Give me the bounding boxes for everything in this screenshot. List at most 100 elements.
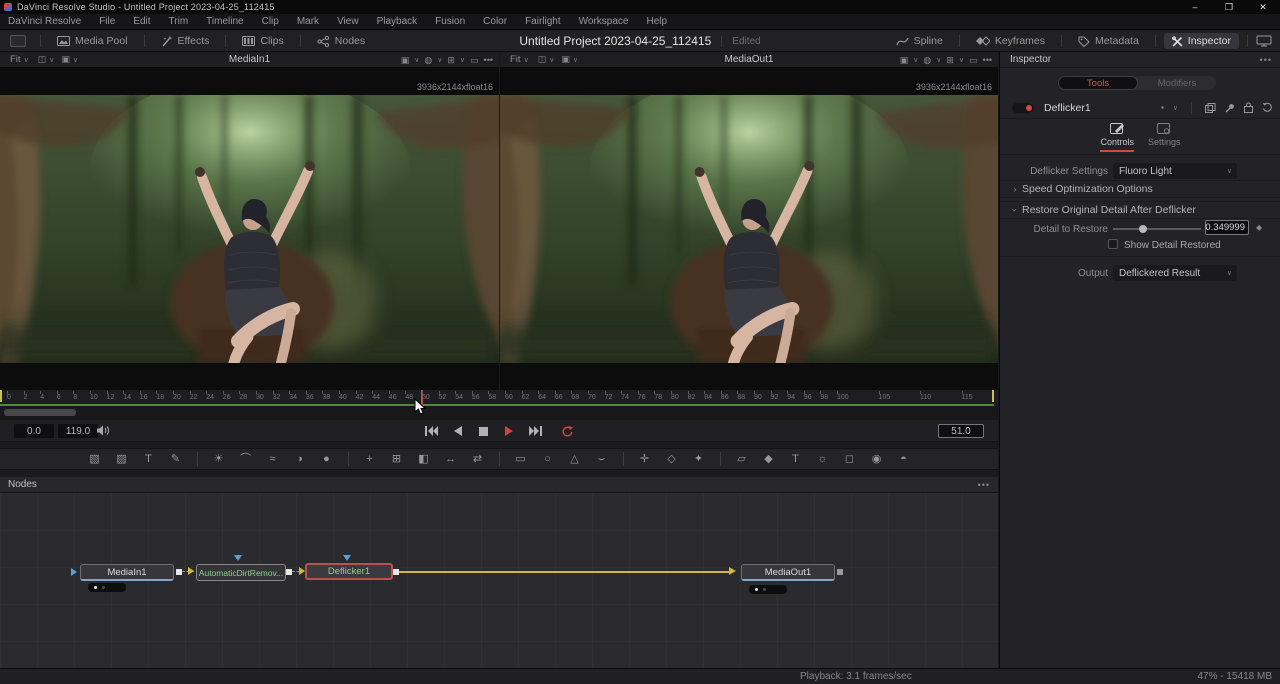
node-thumbnail-toggle[interactable]: [749, 585, 787, 594]
keyframes-button[interactable]: Keyframes: [968, 33, 1053, 49]
timeline-ruler[interactable]: 0246810121416182022242628303234363840424…: [0, 390, 998, 406]
merge-tool-icon[interactable]: ⊞: [388, 451, 406, 467]
viewer-options-dots[interactable]: •••: [983, 55, 992, 65]
tracker-tool-icon[interactable]: ✛: [636, 451, 654, 467]
resize-tool-icon[interactable]: ↔: [442, 451, 460, 467]
go-to-start-button[interactable]: [424, 424, 438, 438]
clips-button[interactable]: Clips: [234, 33, 291, 49]
effects-button[interactable]: Effects: [153, 33, 218, 49]
loop-button[interactable]: [560, 424, 574, 438]
node-thumbnail-toggle[interactable]: [88, 583, 126, 592]
menu-item-workspace[interactable]: Workspace: [570, 16, 638, 27]
nodes-panel-options-dots[interactable]: •••: [978, 480, 990, 490]
spline-button[interactable]: Spline: [888, 33, 951, 49]
node-deflicker[interactable]: Deflicker1: [305, 563, 393, 580]
node-output-square[interactable]: [286, 569, 292, 575]
fast-noise-tool-icon[interactable]: ▨: [113, 451, 131, 467]
lock-icon[interactable]: [1244, 102, 1253, 113]
render-range-start-marker[interactable]: [0, 390, 2, 402]
light-3d-tool-icon[interactable]: ☼: [814, 451, 832, 467]
node-mask-input-triangle-icon[interactable]: [234, 555, 242, 561]
menu-item-fairlight[interactable]: Fairlight: [516, 16, 570, 27]
media-pool-button[interactable]: Media Pool: [49, 33, 136, 49]
image-plane-3d-tool-icon[interactable]: ▱: [733, 451, 751, 467]
node-graph[interactable]: MediaIn1 AutomaticDirtRemov... Deflicker…: [0, 493, 998, 668]
renderer-3d-tool-icon[interactable]: ◓: [895, 451, 913, 467]
rectangle-mask-tool-icon[interactable]: ▭: [512, 451, 530, 467]
show-detail-restored-checkbox[interactable]: [1108, 239, 1118, 249]
reset-icon[interactable]: [1262, 102, 1273, 113]
minimize-button[interactable]: –: [1178, 0, 1212, 14]
stop-button[interactable]: [476, 424, 490, 438]
hue-curves-tool-icon[interactable]: ≈: [264, 451, 282, 467]
color-corrector-tool-icon[interactable]: ☀: [210, 451, 228, 467]
polygon-mask-tool-icon[interactable]: △: [566, 451, 584, 467]
planar-tracker-tool-icon[interactable]: ◇: [663, 451, 681, 467]
node-output-square[interactable]: [393, 569, 399, 575]
tab-modifiers[interactable]: Modifiers: [1138, 76, 1216, 90]
play-button[interactable]: [502, 424, 516, 438]
detail-to-restore-slider[interactable]: [1113, 228, 1201, 230]
color-curves-tool-icon[interactable]: ⌒: [237, 451, 255, 467]
pin-icon[interactable]: [1225, 103, 1235, 113]
timeline-scrollbar[interactable]: [4, 409, 76, 416]
dual-screen-icon[interactable]: [1256, 35, 1272, 47]
inspector-options-dots[interactable]: •••: [1260, 55, 1272, 65]
node-media-out[interactable]: MediaOut1: [741, 564, 835, 581]
node-input-triangle-icon[interactable]: [71, 568, 77, 576]
close-button[interactable]: ✕: [1246, 0, 1280, 14]
menu-item-playback[interactable]: Playback: [368, 16, 427, 27]
matte-control-tool-icon[interactable]: ◧: [415, 451, 433, 467]
output-dropdown[interactable]: Deflickered Result ∨: [1113, 265, 1237, 281]
viewer-options-dots[interactable]: •••: [484, 55, 493, 65]
menu-item-clip[interactable]: Clip: [253, 16, 288, 27]
lut-icon[interactable]: ◍: [923, 55, 931, 66]
background-tool-icon[interactable]: ▧: [86, 451, 104, 467]
menu-item-davinci-resolve[interactable]: DaVinci Resolve: [8, 16, 90, 27]
menu-item-help[interactable]: Help: [637, 16, 676, 27]
detail-to-restore-value[interactable]: 0.349999: [1205, 220, 1249, 235]
camera-tracker-tool-icon[interactable]: ✦: [690, 451, 708, 467]
connection-deflicker-mediaout[interactable]: [399, 571, 729, 573]
keyframe-diamond-icon[interactable]: ◆: [1256, 223, 1262, 232]
node-mask-input-triangle-icon[interactable]: [343, 555, 351, 561]
slider-thumb[interactable]: [1139, 225, 1147, 233]
cube-3d-tool-icon[interactable]: ◻: [841, 451, 859, 467]
menu-item-fusion[interactable]: Fusion: [426, 16, 474, 27]
menu-item-timeline[interactable]: Timeline: [197, 16, 252, 27]
render-range-end-marker[interactable]: [992, 390, 994, 402]
node-output-square[interactable]: [176, 569, 182, 575]
menu-item-edit[interactable]: Edit: [124, 16, 159, 27]
tab-settings[interactable]: Settings: [1148, 123, 1181, 150]
section-speed-optimization[interactable]: › Speed Optimization Options: [1000, 180, 1280, 198]
transform-tool-icon[interactable]: +: [361, 451, 379, 467]
menu-item-file[interactable]: File: [90, 16, 124, 27]
node-output-square[interactable]: [837, 569, 843, 575]
tab-controls[interactable]: Controls: [1100, 123, 1134, 152]
camera-3d-tool-icon[interactable]: ◉: [868, 451, 886, 467]
brightness-contrast-tool-icon[interactable]: ◑: [291, 451, 309, 467]
current-frame-field[interactable]: 51.0: [938, 424, 984, 438]
ellipse-mask-tool-icon[interactable]: ○: [539, 451, 557, 467]
shape-3d-tool-icon[interactable]: ◆: [760, 451, 778, 467]
menu-item-mark[interactable]: Mark: [288, 16, 328, 27]
inspector-button[interactable]: Inspector: [1164, 33, 1239, 49]
play-reverse-button[interactable]: [450, 424, 464, 438]
expand-viewer-icon[interactable]: ▭: [470, 55, 479, 66]
bspline-mask-tool-icon[interactable]: ⌣: [593, 451, 611, 467]
blur-tool-icon[interactable]: ●: [318, 451, 336, 467]
menu-item-view[interactable]: View: [328, 16, 368, 27]
lut-icon[interactable]: ◍: [424, 55, 432, 66]
loop-tool-icon[interactable]: ⇄: [469, 451, 487, 467]
ui-layout-toggle[interactable]: [10, 35, 26, 47]
go-to-end-button[interactable]: [528, 424, 542, 438]
version-icon[interactable]: ▪: [1161, 103, 1164, 112]
node-dirt-removal[interactable]: AutomaticDirtRemov...: [196, 564, 286, 581]
menu-item-color[interactable]: Color: [474, 16, 516, 27]
text-tool-icon[interactable]: T: [140, 451, 158, 467]
node-media-in[interactable]: MediaIn1: [80, 564, 174, 581]
text-3d-tool-icon[interactable]: T: [787, 451, 805, 467]
deflicker-settings-dropdown[interactable]: Fluoro Light ∨: [1113, 163, 1237, 179]
guides-grid-icon[interactable]: ⊞: [946, 55, 954, 66]
roi-icon[interactable]: ▣: [900, 55, 909, 66]
